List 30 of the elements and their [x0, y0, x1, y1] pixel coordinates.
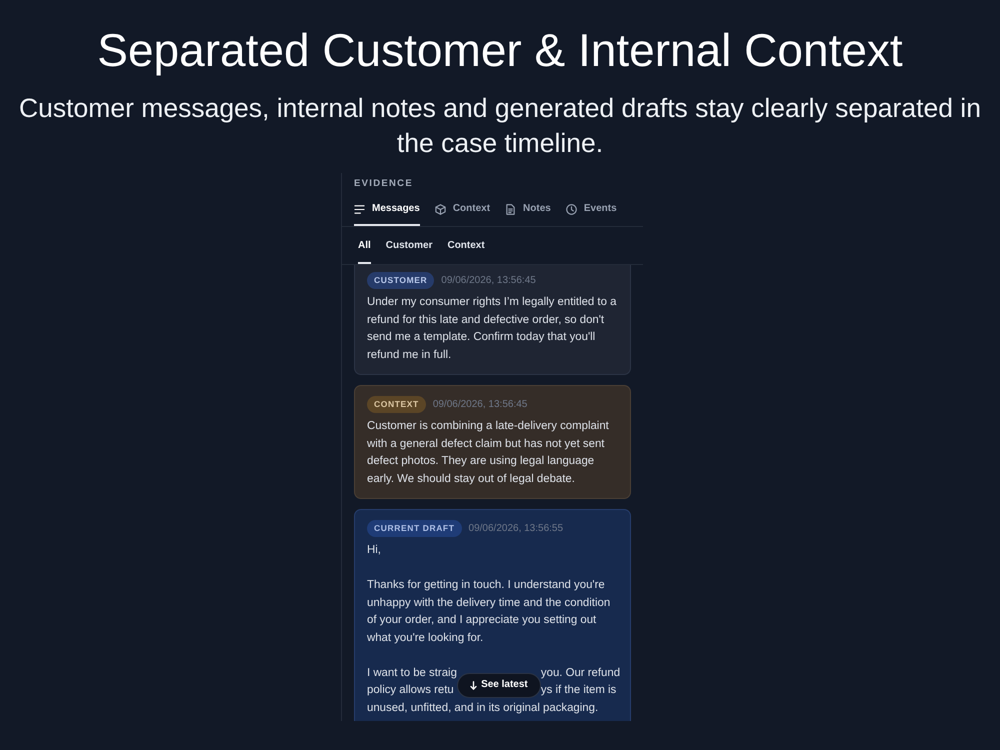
cube-icon: [434, 204, 446, 214]
section-heading: EVIDENCE: [353, 177, 414, 190]
timestamp: 09/06/2026, 13:56:55: [468, 522, 564, 536]
arrow-down-icon: [470, 680, 478, 690]
message-text: Thanks for getting in touch. I understand you're unhappy with the delivery time and the condition of your order, and I appreciate you setting out what you're looking for.: [367, 578, 612, 646]
sender-badge: CURRENT DRAFT: [367, 520, 462, 537]
timestamp: 09/06/2026, 13:56:45: [441, 274, 536, 288]
lines-icon: [354, 204, 365, 214]
sender-badge: CUSTOMER: [367, 272, 434, 289]
message-text: Under my consumer rights I’m legally entitled to a refund for this late and defective order, so don't send me a template. Confirm today that you'll refund me in full.: [367, 295, 618, 362]
message-text-fragment: you. Our refund: [540, 666, 620, 680]
tab[interactable]: Context: [434, 196, 490, 226]
slide-subtitle: Customer messages, internal notes and generated drafts stay clearly separated in the case timeline.: [18, 92, 982, 160]
tab[interactable]: Events: [566, 196, 617, 226]
message-text: unused, unfitted, and in its original packaging.: [367, 700, 600, 716]
message-text-fragment: I want to be straig: [367, 666, 457, 680]
tab[interactable]: Messages: [354, 196, 420, 226]
message-text: Customer is combining a late-delivery complaint with a general defect claim but has not yet sent defect photos. They are using legal language early. We should stay out of legal debate.: [367, 419, 610, 486]
see-latest-button[interactable]: See latest: [456, 672, 541, 698]
message-text: Hi,: [367, 543, 382, 558]
tab[interactable]: Notes: [505, 196, 551, 226]
slide-title: Separated Customer & Internal Context: [96, 23, 904, 75]
sender-badge: CONTEXT: [367, 396, 426, 413]
message-text-fragment: ys if the item is: [540, 683, 618, 698]
filter-tab[interactable]: Context: [447, 227, 485, 264]
message-text-fragment: policy allows retu: [367, 683, 455, 698]
clock-icon: [566, 204, 577, 214]
filter-tab[interactable]: Customer: [386, 227, 432, 264]
document-icon: [505, 204, 516, 214]
timestamp: 09/06/2026, 13:56:45: [432, 398, 528, 412]
